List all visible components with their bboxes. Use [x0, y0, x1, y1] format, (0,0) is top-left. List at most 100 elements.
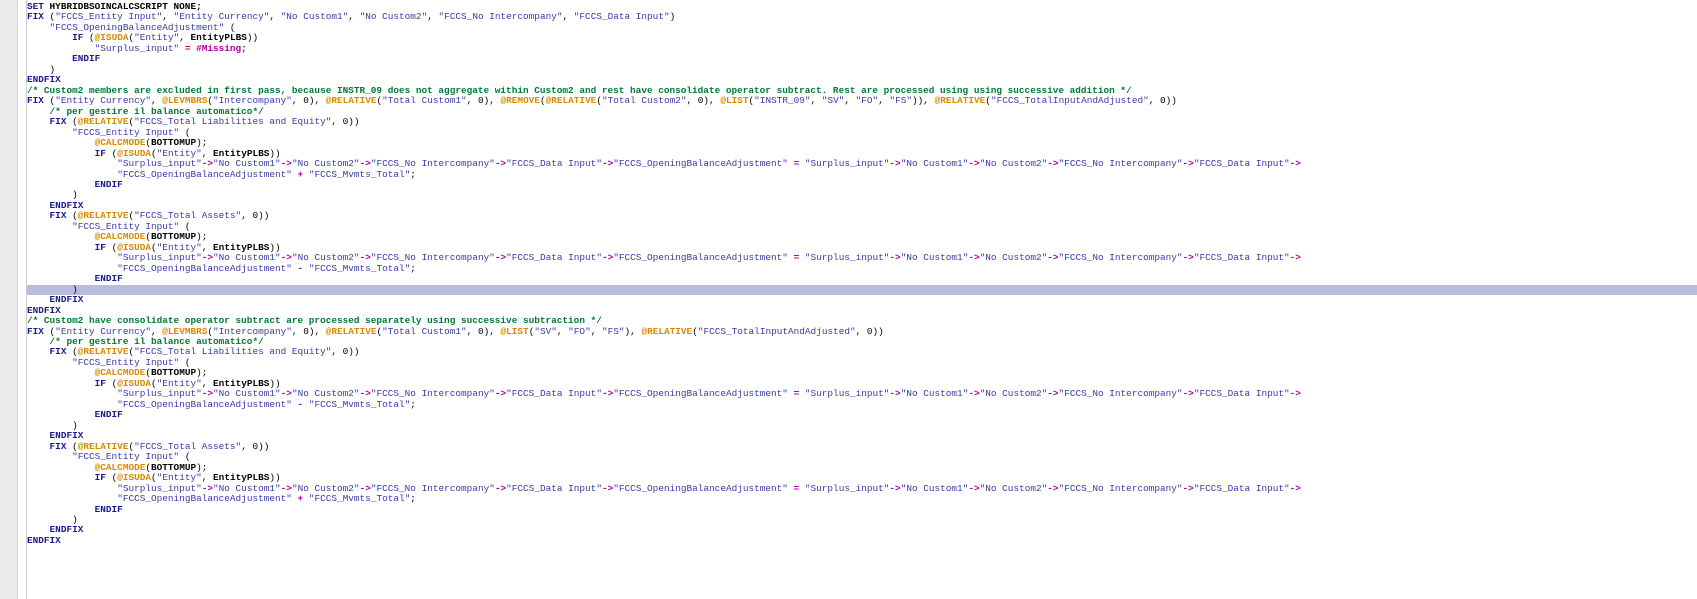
code-line[interactable]: "FCCS_OpeningBalanceAdjustment" - "FCCS_…	[0, 264, 1697, 274]
code-token-str: "No Custom1"	[213, 253, 281, 264]
code-token-pln: ,	[201, 148, 214, 159]
code-token-pln: ),	[624, 326, 642, 337]
code-token-fn: @ISUDA	[117, 473, 152, 484]
code-line[interactable]: ENDIF	[0, 410, 1697, 420]
code-line[interactable]: "Surplus_input"->"No Custom1"->"No Custo…	[0, 389, 1697, 399]
code-token-str: "Total Custom1"	[382, 96, 467, 107]
code-line[interactable]: FIX (@RELATIVE("FCCS_Total Assets", 0))	[0, 211, 1697, 221]
code-token-op: ->	[1289, 159, 1301, 170]
code-token-str: "FCCS_Entity Input"	[72, 452, 180, 463]
code-line[interactable]: "Surplus_input"->"No Custom1"->"No Custo…	[0, 159, 1697, 169]
code-token-pln: , 0))	[1148, 96, 1177, 107]
code-line[interactable]: @CALCMODE(BOTTOMUP);	[0, 232, 1697, 242]
code-token-pln: )	[27, 514, 78, 525]
code-token-pln: (	[179, 452, 191, 463]
code-token-str: "No Custom2"	[979, 159, 1048, 170]
code-token-str: "FCCS_Data Input"	[506, 483, 602, 494]
code-line[interactable]: ENDFIX	[0, 525, 1697, 535]
code-token-fn: @CALCMODE	[94, 462, 146, 473]
code-token-pln: )	[27, 284, 78, 295]
code-token-pln: , 0))	[331, 117, 360, 128]
code-line[interactable]: )	[0, 284, 1697, 296]
code-line[interactable]: IF (@ISUDA("Entity", EntityPLBS))	[0, 33, 1697, 43]
code-token-str: "FCCS_Data Input"	[1193, 483, 1290, 494]
code-line[interactable]: ENDFIX	[0, 201, 1697, 211]
code-token-op: -	[291, 263, 309, 274]
code-line[interactable]: /* Custom2 have consolidate operator sub…	[0, 316, 1697, 326]
code-line[interactable]: )	[0, 65, 1697, 75]
code-line[interactable]: /* Custom2 members are excluded in first…	[0, 86, 1697, 96]
code-line[interactable]: ENDIF	[0, 505, 1697, 515]
code-line[interactable]: "FCCS_Entity Input" (	[0, 128, 1697, 138]
editor-gutter[interactable]	[0, 0, 18, 599]
code-token-op: ->	[359, 389, 371, 400]
code-line[interactable]: "FCCS_OpeningBalanceAdjustment" - "FCCS_…	[0, 400, 1697, 410]
code-line[interactable]: "FCCS_OpeningBalanceAdjustment" (	[0, 23, 1697, 33]
code-area[interactable]: SET HYBRIDBSOINCALCSCRIPT NONE; FIX ("FCC…	[0, 0, 1697, 546]
code-token-str: "Surplus_input"	[804, 483, 890, 494]
code-token-op: ->	[889, 389, 901, 400]
code-token-pln: ,	[562, 12, 574, 23]
code-token-str: "Total Custom2"	[601, 96, 687, 107]
code-line[interactable]: FIX ("FCCS_Entity Input", "Entity Curren…	[0, 12, 1697, 22]
code-line[interactable]: ENDIF	[0, 54, 1697, 64]
code-line[interactable]: ENDFIX	[0, 536, 1697, 546]
code-line[interactable]: @CALCMODE(BOTTOMUP);	[0, 463, 1697, 473]
code-token-op: ->	[1047, 253, 1059, 264]
code-token-fn: @REMOVE	[500, 96, 540, 107]
code-token-pln	[27, 389, 117, 399]
code-token-str: "No Custom2"	[291, 483, 360, 494]
code-line[interactable]: FIX (@RELATIVE("FCCS_Total Assets", 0))	[0, 442, 1697, 452]
code-line[interactable]: ENDFIX	[0, 75, 1697, 85]
code-token-pln: ,	[590, 326, 602, 337]
code-line[interactable]: /* per gestire il balance automatico*/	[0, 337, 1697, 347]
code-token-str: "FCCS_Data Input"	[1193, 253, 1290, 264]
code-line[interactable]: )	[0, 515, 1697, 525]
code-token-kw: ENDIF	[72, 54, 101, 65]
code-line[interactable]: "FCCS_OpeningBalanceAdjustment" + "FCCS_…	[0, 494, 1697, 504]
code-line[interactable]: )	[0, 421, 1697, 431]
code-line[interactable]: FIX ("Entity Currency", @LEVMBRS("Interc…	[0, 327, 1697, 337]
code-line[interactable]: "FCCS_Entity Input" (	[0, 452, 1697, 462]
code-token-pln	[27, 400, 117, 410]
code-line[interactable]: IF (@ISUDA("Entity", EntityPLBS))	[0, 149, 1697, 159]
code-line[interactable]: "Surplus_input" = #Missing;	[0, 44, 1697, 54]
code-line[interactable]: @CALCMODE(BOTTOMUP);	[0, 368, 1697, 378]
code-line[interactable]: )	[0, 190, 1697, 200]
code-line[interactable]: FIX ("Entity Currency", @LEVMBRS("Interc…	[0, 96, 1697, 106]
code-token-str: "FCCS_No Intercompany"	[370, 389, 495, 400]
code-token-str: "FCCS_Mvmts_Total"	[308, 494, 411, 505]
code-token-pln: ))	[246, 33, 259, 44]
code-token-kw: FIX	[49, 117, 73, 128]
code-line[interactable]: SET HYBRIDBSOINCALCSCRIPT NONE;	[0, 2, 1697, 12]
code-line[interactable]: IF (@ISUDA("Entity", EntityPLBS))	[0, 243, 1697, 253]
code-line[interactable]: @CALCMODE(BOTTOMUP);	[0, 138, 1697, 148]
code-line[interactable]: ENDFIX	[0, 431, 1697, 441]
code-line[interactable]: ENDFIX	[0, 295, 1697, 305]
code-token-op: =	[787, 389, 805, 400]
code-token-pln: ,	[878, 96, 890, 107]
code-token-ident: EntityPLBS	[213, 242, 270, 253]
code-line[interactable]: "Surplus_input"->"No Custom1"->"No Custo…	[0, 253, 1697, 263]
code-line[interactable]: "FCCS_OpeningBalanceAdjustment" + "FCCS_…	[0, 170, 1697, 180]
code-token-str: "Entity"	[156, 473, 202, 484]
calc-script-editor[interactable]: SET HYBRIDBSOINCALCSCRIPT NONE; FIX ("FCC…	[0, 0, 1697, 599]
code-token-str: "FCCS_Total Assets"	[134, 441, 242, 452]
code-token-fn: @RELATIVE	[934, 96, 986, 107]
code-token-op: ->	[1289, 483, 1301, 494]
code-token-kw: FIX	[49, 211, 73, 222]
code-line[interactable]: IF (@ISUDA("Entity", EntityPLBS))	[0, 473, 1697, 483]
code-line[interactable]: FIX (@RELATIVE("FCCS_Total Liabilities a…	[0, 117, 1697, 127]
code-line[interactable]: FIX (@RELATIVE("FCCS_Total Liabilities a…	[0, 347, 1697, 357]
code-line[interactable]: ENDFIX	[0, 306, 1697, 316]
code-token-kw: ENDFIX	[27, 75, 61, 86]
code-line[interactable]: "Surplus_input"->"No Custom1"->"No Custo…	[0, 484, 1697, 494]
code-line[interactable]: /* per gestire il balance automatico*/	[0, 107, 1697, 117]
code-line[interactable]: IF (@ISUDA("Entity", EntityPLBS))	[0, 379, 1697, 389]
code-line[interactable]: "FCCS_Entity Input" (	[0, 358, 1697, 368]
code-line[interactable]: ENDIF	[0, 180, 1697, 190]
code-token-op: +	[291, 169, 309, 180]
code-token-op: ->	[968, 253, 980, 264]
code-line[interactable]: "FCCS_Entity Input" (	[0, 222, 1697, 232]
code-line[interactable]: ENDIF	[0, 274, 1697, 284]
